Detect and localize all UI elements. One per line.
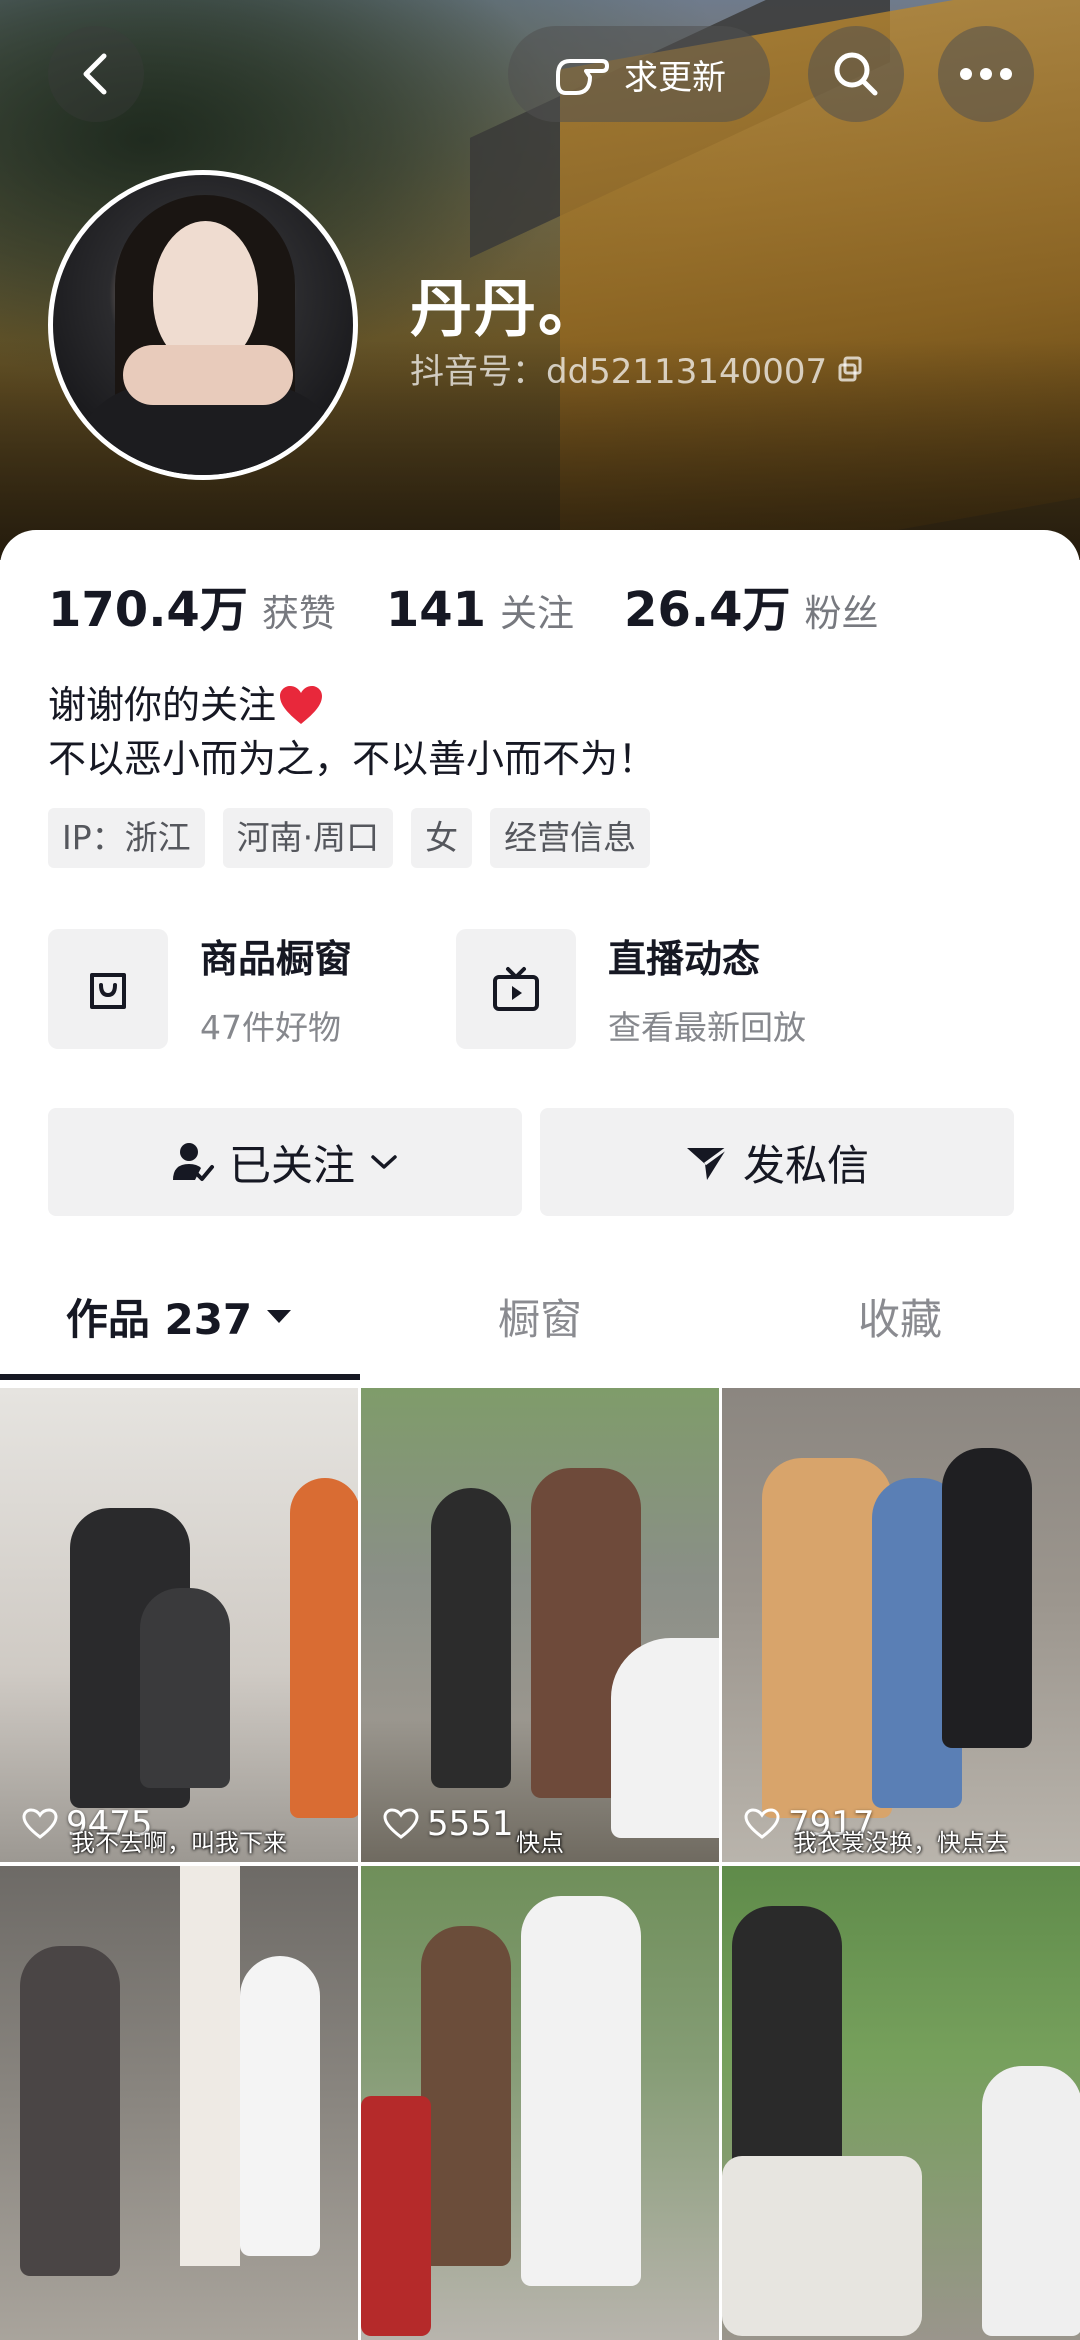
more-dots-icon: [960, 68, 1012, 80]
video-caption: 快点: [516, 1829, 564, 1857]
bio-line-2: 不以恶小而为之，不以善小而不为！: [48, 737, 657, 781]
thumb-car: [611, 1638, 719, 1838]
shop-icon-box: [48, 928, 168, 1049]
video-thumbnail[interactable]: [0, 1866, 358, 2340]
likes-count: 170.4万: [48, 582, 248, 638]
tab-shop-label: 橱窗: [497, 1294, 582, 1344]
video-caption: 我衣裳没换，快点去: [793, 1829, 1009, 1857]
thumb-figure: [421, 1926, 511, 2266]
tab-favorites-label: 收藏: [857, 1294, 942, 1344]
tag-business-info[interactable]: 经营信息: [490, 808, 651, 868]
copy-icon[interactable]: [837, 356, 863, 382]
bio-line-1: 谢谢你的关注: [48, 683, 277, 727]
chevron-down-icon: [371, 1155, 397, 1169]
following-label[interactable]: 关注: [500, 583, 574, 637]
red-heart-icon: [280, 686, 323, 724]
request-update-label: 求更新: [624, 57, 726, 98]
caret-down-icon: [267, 1310, 292, 1323]
live-updates-subtitle: 查看最新回放: [608, 1008, 806, 1047]
video-thumbnail[interactable]: 9475 我不去啊，叫我下来: [0, 1388, 358, 1862]
tag-ip-location: IP：浙江: [48, 808, 205, 868]
followers-label[interactable]: 粉丝: [804, 583, 878, 637]
video-thumbnail[interactable]: 5551 快点: [361, 1388, 719, 1862]
search-button[interactable]: [808, 26, 904, 122]
douyin-id[interactable]: 抖音号：dd52113140007: [410, 344, 863, 393]
thumb-vehicle: [361, 2096, 431, 2336]
thumb-wall: [180, 1866, 240, 2266]
profile-tags: IP：浙江 河南·周口 女 经营信息: [48, 808, 651, 868]
profile-bio: 谢谢你的关注 不以恶小而为之，不以善小而不为！: [48, 678, 656, 786]
profile-stats: 170.4万 获赞 141 关注 26.4万 粉丝: [48, 570, 928, 640]
chevron-left-icon: [83, 53, 107, 95]
shop-window-subtitle: 47件好物: [200, 1008, 341, 1047]
followed-label: 已关注: [228, 1140, 355, 1190]
thumb-stove: [722, 2156, 922, 2336]
tv-icon: [493, 966, 539, 1011]
tab-favorites[interactable]: 收藏: [720, 1250, 1080, 1382]
followers-count: 26.4万: [624, 582, 791, 638]
thumb-figure: [431, 1488, 511, 1788]
shopping-bag-icon: [90, 972, 126, 1009]
tag-gender: 女: [411, 808, 473, 868]
profile-nickname: 丹丹。: [410, 272, 603, 345]
profile-content-card: 170.4万 获赞 141 关注 26.4万 粉丝 谢谢你的关注 不以恶小而为之…: [0, 530, 1080, 2340]
following-count: 141: [385, 582, 487, 638]
thumb-figure: [290, 1478, 358, 1818]
live-updates-title: 直播动态: [608, 937, 761, 981]
thumb-figure: [140, 1588, 230, 1788]
live-updates-entry[interactable]: 直播动态 查看最新回放: [456, 928, 806, 1049]
shop-window-entry[interactable]: 商品橱窗 47件好物: [48, 928, 352, 1049]
followed-button[interactable]: 已关注: [48, 1108, 522, 1216]
user-check-icon: [172, 1143, 214, 1181]
video-thumbnail[interactable]: [722, 1866, 1080, 2340]
tab-shop-window[interactable]: 橱窗: [360, 1250, 720, 1382]
pointing-hand-icon: [556, 59, 609, 95]
douyin-id-text: 抖音号：dd52113140007: [410, 352, 828, 392]
video-thumbnail[interactable]: [361, 1866, 719, 2340]
video-caption: 我不去啊，叫我下来: [71, 1829, 287, 1857]
video-thumbnail[interactable]: 7917 我衣裳没换，快点去: [722, 1388, 1080, 1862]
thumb-figure: [240, 1956, 320, 2256]
thumb-figure: [521, 1896, 641, 2286]
avatar-hands: [123, 345, 293, 405]
profile-tabs: 作品 237 橱窗 收藏: [0, 1250, 1080, 1382]
request-update-button[interactable]: 求更新: [508, 26, 770, 122]
more-options-button[interactable]: [938, 26, 1034, 122]
thumb-figure: [20, 1946, 120, 2276]
live-icon-box: [456, 928, 576, 1049]
tag-hometown: 河南·周口: [222, 808, 394, 868]
thumb-figure: [942, 1448, 1032, 1748]
send-message-button[interactable]: 发私信: [540, 1108, 1014, 1216]
likes-label[interactable]: 获赞: [262, 583, 336, 637]
avatar[interactable]: [48, 170, 358, 480]
tab-works[interactable]: 作品 237: [0, 1250, 360, 1382]
tab-works-label: 作品 237: [65, 1294, 253, 1344]
shop-window-title: 商品橱窗: [200, 937, 353, 981]
paper-plane-icon: [686, 1146, 728, 1180]
active-tab-indicator: [0, 1374, 360, 1380]
back-button[interactable]: [48, 26, 144, 122]
send-message-label: 发私信: [742, 1140, 869, 1190]
search-icon: [834, 52, 878, 96]
